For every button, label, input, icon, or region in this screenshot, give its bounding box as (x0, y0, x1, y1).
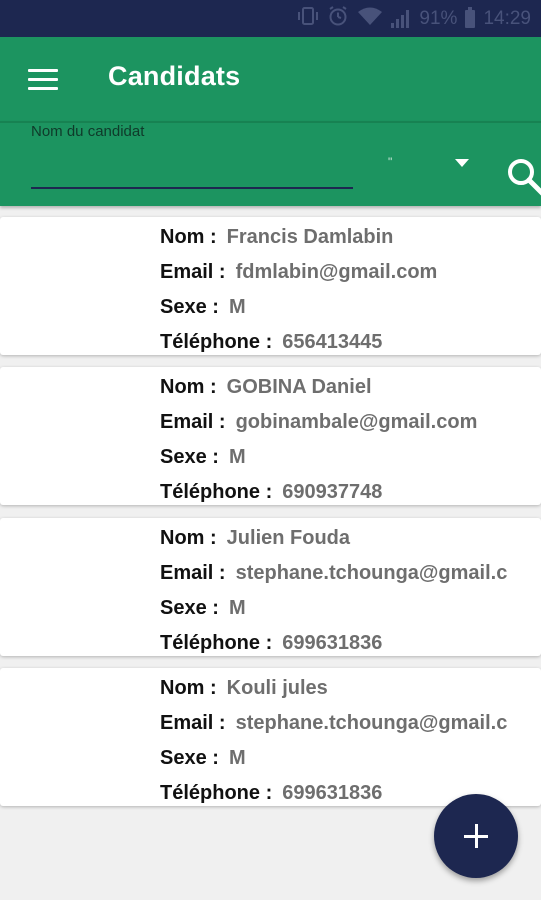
sex-label: Sexe : (160, 296, 219, 318)
sex-row: Sexe : M (160, 597, 246, 620)
name-label: Nom : (160, 226, 217, 248)
phone-row: Téléphone : 699631836 (160, 782, 382, 805)
name-row: Nom : GOBINA Daniel (160, 376, 372, 399)
phone-label: Téléphone : (160, 632, 273, 654)
email-value: stephane.tchounga@gmail.c (235, 712, 508, 734)
status-icons: 91% 14:29 (297, 0, 531, 37)
email-value: fdmlabin@gmail.com (235, 261, 438, 283)
email-row: Email : gobinambale@gmail.com (160, 411, 477, 434)
signal-icon (391, 9, 411, 28)
page-title: Candidats (108, 61, 241, 91)
battery-icon (465, 6, 476, 28)
name-value: Julien Fouda (226, 527, 351, 549)
alarm-icon (327, 5, 349, 33)
sex-value: M (228, 597, 246, 619)
sex-row: Sexe : M (160, 446, 246, 469)
phone-label: Téléphone : (160, 331, 273, 353)
battery-percent: 91% (419, 7, 458, 29)
search-icon[interactable] (504, 157, 541, 197)
phone-label: Téléphone : (160, 481, 273, 503)
candidate-card[interactable]: Nom : Julien Fouda Email : stephane.tchoun… (0, 518, 541, 656)
email-label: Email : (160, 261, 226, 283)
sex-label: Sexe : (160, 597, 219, 619)
sex-row: Sexe : M (160, 747, 246, 770)
hamburger-menu-icon[interactable] (28, 69, 58, 91)
name-row: Nom : Julien Fouda (160, 527, 350, 550)
wifi-icon (357, 6, 383, 32)
vibrate-icon (297, 6, 319, 32)
dropdown-arrow-icon[interactable] (455, 159, 469, 167)
clock-time: 14:29 (483, 7, 531, 29)
phone-value: 699631836 (282, 782, 383, 804)
app-bar: Candidats (0, 37, 541, 121)
email-label: Email : (160, 411, 226, 433)
phone-row: Téléphone : 656413445 (160, 331, 382, 354)
phone-value: 656413445 (282, 331, 383, 353)
sex-value: M (228, 446, 246, 468)
email-row: Email : stephane.tchounga@gmail.c (160, 562, 507, 585)
sex-value: M (228, 747, 246, 769)
phone-label: Téléphone : (160, 782, 273, 804)
name-value: Kouli jules (226, 677, 328, 699)
add-candidate-button[interactable] (434, 794, 518, 878)
sex-value: M (228, 296, 246, 318)
name-value: GOBINA Daniel (226, 376, 372, 398)
sex-row: Sexe : M (160, 296, 246, 319)
filter-select-value[interactable]: " (388, 155, 392, 169)
name-label: Nom : (160, 677, 217, 699)
email-row: Email : stephane.tchounga@gmail.c (160, 712, 507, 735)
candidate-name-input[interactable] (31, 147, 353, 189)
email-row: Email : fdmlabin@gmail.com (160, 261, 437, 284)
candidate-card[interactable]: Nom : GOBINA Daniel Email : gobinambale@gm… (0, 367, 541, 505)
name-label: Nom : (160, 376, 217, 398)
status-bar: 91% 14:29 (0, 0, 541, 37)
phone-row: Téléphone : 690937748 (160, 481, 382, 504)
sex-label: Sexe : (160, 446, 219, 468)
email-value: gobinambale@gmail.com (235, 411, 478, 433)
search-panel: Nom du candidat " (0, 121, 541, 206)
name-value: Francis Damlabin (226, 226, 394, 248)
name-row: Nom : Kouli jules (160, 677, 328, 700)
sex-label: Sexe : (160, 747, 219, 769)
phone-row: Téléphone : 699631836 (160, 632, 382, 655)
email-label: Email : (160, 562, 226, 584)
phone-value: 699631836 (282, 632, 383, 654)
candidate-card[interactable]: Nom : Kouli jules Email : stephane.tchoung… (0, 668, 541, 806)
candidate-card[interactable]: Nom : Francis Damlabin Email : fdmlabin@gm… (0, 217, 541, 355)
name-label: Nom : (160, 527, 217, 549)
phone-value: 690937748 (282, 481, 383, 503)
email-label: Email : (160, 712, 226, 734)
email-value: stephane.tchounga@gmail.c (235, 562, 508, 584)
name-row: Nom : Francis Damlabin (160, 226, 393, 249)
candidate-name-label: Nom du candidat (31, 123, 145, 140)
